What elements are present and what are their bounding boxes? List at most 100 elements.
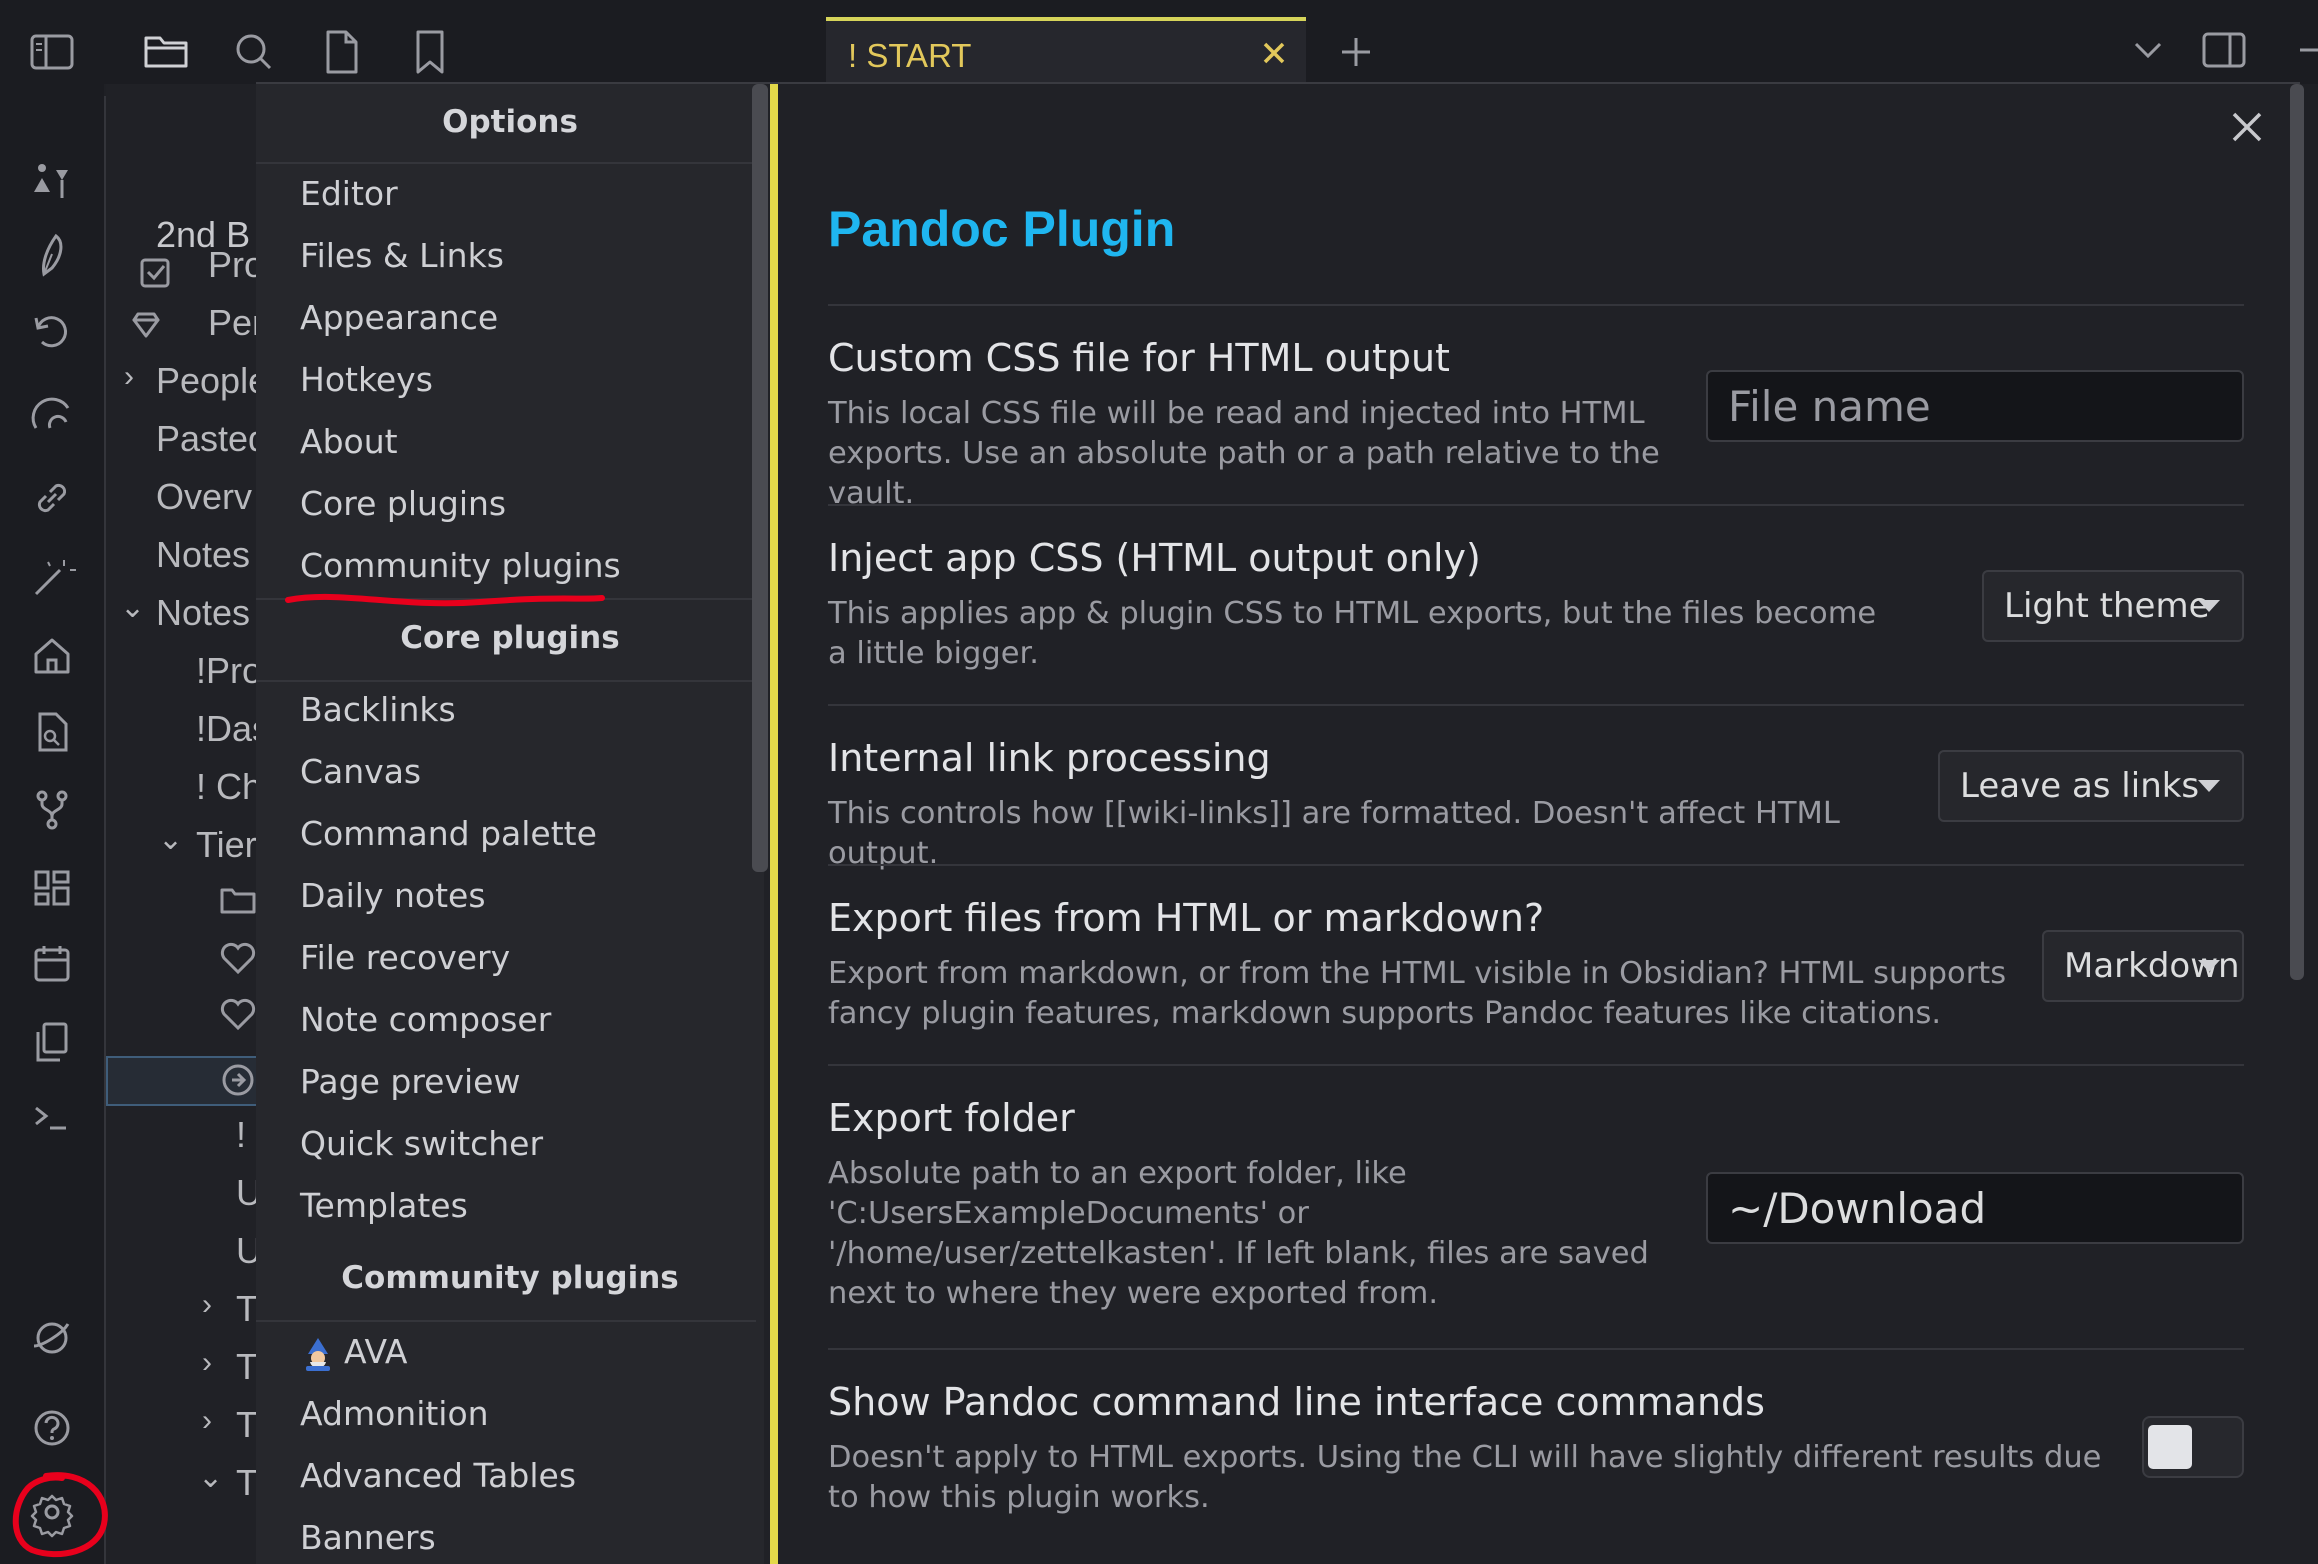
explorer-item[interactable]: Pasted bbox=[156, 418, 266, 460]
magic-wand-icon[interactable] bbox=[22, 548, 82, 608]
search-icon[interactable] bbox=[226, 24, 282, 80]
divider bbox=[828, 504, 2244, 506]
explorer-item[interactable]: T bbox=[236, 1346, 258, 1388]
explorer-item[interactable]: Notes bbox=[156, 592, 250, 634]
plugin-title: Pandoc Plugin bbox=[828, 201, 1176, 257]
dashboard-icon[interactable] bbox=[22, 858, 82, 918]
setting-name: Inject app CSS (HTML output only) bbox=[828, 536, 1481, 580]
setting-name: Internal link processing bbox=[828, 736, 1271, 780]
nav-admonition[interactable]: Admonition bbox=[300, 1394, 489, 1433]
community-plugins-heading: Community plugins bbox=[341, 1260, 679, 1296]
inject-app-css-select[interactable]: Light theme bbox=[1982, 570, 2244, 642]
chevron-down-icon: ⌄ bbox=[120, 591, 146, 624]
explorer-item[interactable]: ! Ch bbox=[196, 766, 262, 808]
file-icon[interactable] bbox=[314, 24, 370, 80]
heart-icon bbox=[218, 994, 258, 1034]
terminal-icon[interactable] bbox=[22, 1088, 82, 1148]
sidebar-scrollbar[interactable] bbox=[752, 84, 768, 872]
toggle-right-sidebar-icon[interactable] bbox=[2196, 22, 2252, 78]
sort-icon[interactable] bbox=[22, 152, 82, 212]
export-source-select[interactable]: Markdown bbox=[2042, 930, 2244, 1002]
active-plugin-accent-bar bbox=[770, 84, 778, 1564]
tab-start[interactable]: ! START bbox=[826, 17, 1306, 84]
options-heading: Options bbox=[442, 104, 578, 140]
chevron-down-icon[interactable] bbox=[2120, 22, 2176, 78]
nav-ava-label: AVA bbox=[344, 1332, 408, 1371]
file-explorer: 2nd B Pro Per › People Pasted Overv Note… bbox=[106, 84, 266, 1564]
gem-icon bbox=[126, 306, 166, 346]
explorer-item[interactable]: T bbox=[236, 1288, 258, 1330]
setting-name: Show Pandoc command line interface comma… bbox=[828, 1380, 1765, 1424]
copy-icon[interactable] bbox=[22, 1012, 82, 1072]
folder-icon[interactable] bbox=[138, 24, 194, 80]
folder-icon bbox=[218, 880, 258, 920]
nav-hotkeys[interactable]: Hotkeys bbox=[300, 360, 433, 399]
caret-down-icon bbox=[2198, 600, 2220, 612]
divider bbox=[828, 864, 2244, 866]
graph-arc-icon[interactable] bbox=[22, 384, 82, 444]
nav-banners[interactable]: Banners bbox=[300, 1518, 436, 1557]
bookmark-icon[interactable] bbox=[402, 24, 458, 80]
explorer-item[interactable]: !Pro bbox=[196, 650, 262, 692]
custom-css-file-input[interactable]: File name bbox=[1706, 370, 2244, 442]
core-plugins-heading: Core plugins bbox=[400, 620, 620, 656]
red-underline-annotation bbox=[285, 593, 605, 607]
nav-canvas[interactable]: Canvas bbox=[300, 752, 421, 791]
nav-templates[interactable]: Templates bbox=[300, 1186, 468, 1225]
nav-files-links[interactable]: Files & Links bbox=[300, 236, 504, 275]
caret-down-icon bbox=[2198, 960, 2220, 972]
explorer-item[interactable]: ! bbox=[236, 1114, 246, 1156]
nav-advanced-tables[interactable]: Advanced Tables bbox=[300, 1456, 576, 1495]
close-tab-icon[interactable] bbox=[1256, 35, 1292, 71]
divider bbox=[828, 1348, 2244, 1350]
setting-description: This controls how [[wiki-links]] are for… bbox=[828, 796, 1840, 871]
setting-name: Custom CSS file for HTML output bbox=[828, 336, 1450, 380]
new-tab-icon[interactable] bbox=[1328, 24, 1384, 80]
toggle-left-sidebar-icon[interactable] bbox=[24, 24, 80, 80]
help-icon[interactable] bbox=[22, 1396, 82, 1456]
wizard-icon bbox=[300, 1336, 336, 1372]
nav-backlinks[interactable]: Backlinks bbox=[300, 690, 456, 729]
feather-icon[interactable] bbox=[22, 226, 82, 286]
nav-file-recovery[interactable]: File recovery bbox=[300, 938, 510, 977]
explorer-item[interactable]: T bbox=[236, 1462, 258, 1504]
nav-core-plugins[interactable]: Core plugins bbox=[300, 484, 506, 523]
divider bbox=[828, 304, 2244, 306]
minimize-icon[interactable] bbox=[2286, 22, 2318, 78]
nav-page-preview[interactable]: Page preview bbox=[300, 1062, 520, 1101]
nav-editor[interactable]: Editor bbox=[300, 174, 398, 213]
nav-appearance[interactable]: Appearance bbox=[300, 298, 498, 337]
export-folder-input[interactable]: ~/Download bbox=[1706, 1172, 2244, 1244]
explorer-item[interactable]: People bbox=[156, 360, 266, 402]
setting-description: Doesn't apply to HTML exports. Using the… bbox=[828, 1440, 2102, 1515]
show-cli-commands-toggle[interactable] bbox=[2142, 1416, 2244, 1478]
nav-command-palette[interactable]: Command palette bbox=[300, 814, 597, 853]
calendar-icon[interactable] bbox=[22, 934, 82, 994]
toggle-knob bbox=[2148, 1425, 2192, 1469]
nav-quick-switcher[interactable]: Quick switcher bbox=[300, 1124, 543, 1163]
settings-sidebar: Options Editor Files & Links Appearance … bbox=[256, 84, 764, 1564]
explorer-item[interactable]: Tier bbox=[196, 824, 257, 866]
caret-down-icon bbox=[2198, 780, 2220, 792]
select-value: Leave as links bbox=[1960, 766, 2200, 806]
file-search-icon[interactable] bbox=[22, 702, 82, 762]
nav-ava[interactable]: AVA bbox=[300, 1332, 408, 1372]
close-icon[interactable] bbox=[2224, 104, 2270, 150]
explorer-item[interactable]: Overv bbox=[156, 476, 252, 518]
vault-switcher-icon[interactable] bbox=[22, 1306, 82, 1366]
undo-history-icon[interactable] bbox=[22, 302, 82, 362]
nav-about[interactable]: About bbox=[300, 422, 398, 461]
setting-name: Export files from HTML or markdown? bbox=[828, 896, 1545, 940]
content-scrollbar[interactable] bbox=[2290, 84, 2304, 980]
arrow-circle-icon bbox=[218, 1060, 258, 1100]
chevron-right-icon: › bbox=[124, 360, 134, 393]
home-icon[interactable] bbox=[22, 626, 82, 686]
git-fork-icon[interactable] bbox=[22, 780, 82, 840]
checkbox-icon bbox=[136, 254, 176, 294]
explorer-item[interactable]: Notes bbox=[156, 534, 250, 576]
nav-daily-notes[interactable]: Daily notes bbox=[300, 876, 486, 915]
internal-link-processing-select[interactable]: Leave as links bbox=[1938, 750, 2244, 822]
nav-note-composer[interactable]: Note composer bbox=[300, 1000, 551, 1039]
link-icon[interactable] bbox=[22, 468, 82, 528]
explorer-item[interactable]: T bbox=[236, 1404, 258, 1446]
